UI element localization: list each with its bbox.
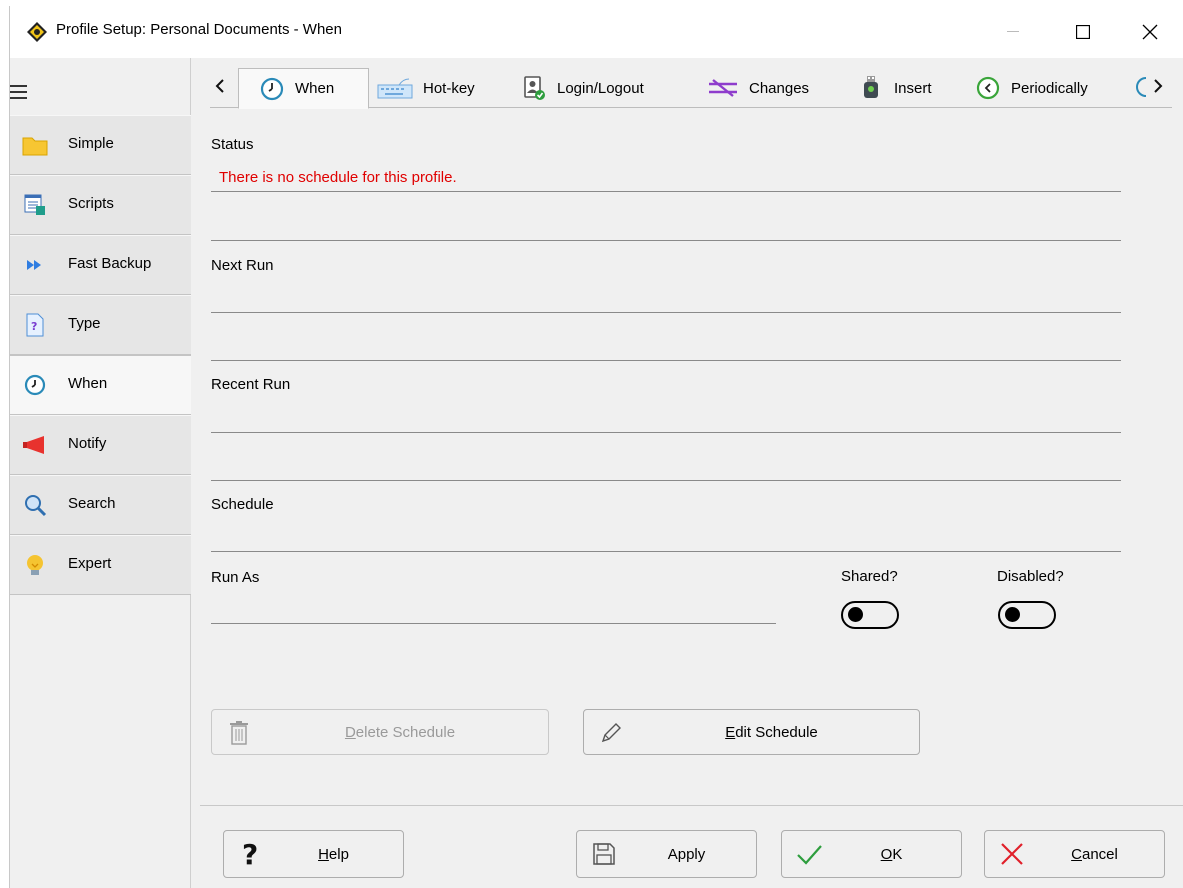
sidebar-item-expert[interactable]: Expert xyxy=(10,535,191,595)
shared-label: Shared? xyxy=(841,568,898,585)
cancel-button[interactable]: Cancel xyxy=(984,830,1165,878)
sidebar-item-label: Type xyxy=(68,315,101,332)
disabled-toggle[interactable] xyxy=(998,601,1056,629)
run-as-label: Run As xyxy=(211,569,260,586)
title-bar: Profile Setup: Personal Documents - When xyxy=(10,6,1183,58)
schedule-underline xyxy=(211,551,1121,552)
tab-scroll-right-button[interactable] xyxy=(1148,74,1168,98)
apply-label: Apply xyxy=(667,846,706,863)
sidebar-item-fast-backup[interactable]: Fast Backup xyxy=(10,235,191,295)
tab-login-logout[interactable]: Login/Logout xyxy=(521,68,644,108)
sidebar-item-scripts[interactable]: Scripts xyxy=(10,175,191,235)
lightbulb-icon xyxy=(22,552,48,578)
chevron-right-icon xyxy=(1154,79,1163,93)
recent-run-label: Recent Run xyxy=(211,376,291,393)
tab-when[interactable]: When xyxy=(238,68,369,109)
delete-schedule-button[interactable]: Delete Schedule xyxy=(211,709,549,755)
svg-text:?: ? xyxy=(31,320,37,333)
document-question-icon: ? xyxy=(22,312,48,338)
sidebar-item-label: When xyxy=(68,375,108,392)
next-run-underline xyxy=(211,312,1121,313)
maximize-button[interactable] xyxy=(1060,14,1106,50)
apply-button[interactable]: Apply xyxy=(576,830,757,878)
tab-label: When xyxy=(295,80,335,97)
next-run-label: Next Run xyxy=(211,257,274,274)
keyboard-icon xyxy=(377,75,413,101)
recent-run-second-line xyxy=(211,480,1121,481)
ok-label: OK xyxy=(880,846,903,863)
tab-periodically[interactable]: Periodically xyxy=(975,68,1088,108)
toggle-knob xyxy=(848,607,863,622)
sidebar-item-notify[interactable]: Notify xyxy=(10,415,191,475)
schedule-label: Schedule xyxy=(211,496,274,513)
scripts-icon xyxy=(22,192,48,218)
sidebar-item-label: Simple xyxy=(68,135,114,152)
recent-run-underline xyxy=(211,432,1121,433)
help-button[interactable]: ? Help xyxy=(223,830,404,878)
magnifier-icon xyxy=(22,492,48,518)
clock-icon xyxy=(259,76,285,102)
fast-forward-icon xyxy=(22,252,48,278)
folder-icon xyxy=(22,132,48,158)
profile-setup-window: Profile Setup: Personal Documents - When… xyxy=(9,6,1183,888)
delete-schedule-label: Delete Schedule xyxy=(344,724,456,741)
sidebar-item-type[interactable]: ? Type xyxy=(10,295,191,355)
tab-label: Periodically xyxy=(1011,79,1088,97)
edit-schedule-button[interactable]: Edit Schedule xyxy=(583,709,920,755)
toggle-knob xyxy=(1005,607,1020,622)
sidebar-item-label: Scripts xyxy=(68,195,114,212)
tab-bar: When Hot-key Login/Logout Changes Insert xyxy=(210,64,1172,109)
run-as-underline xyxy=(211,623,776,624)
tab-label: Login/Logout xyxy=(557,79,644,97)
status-label: Status xyxy=(211,136,254,153)
user-check-icon xyxy=(521,75,547,101)
close-icon xyxy=(1142,24,1158,40)
cancel-label: Cancel xyxy=(1071,846,1118,863)
ok-button[interactable]: OK xyxy=(781,830,962,878)
footer-divider xyxy=(200,805,1183,806)
syncbackpro-logo-icon xyxy=(26,21,48,43)
minimize-button[interactable] xyxy=(990,14,1036,50)
next-run-second-line xyxy=(211,360,1121,361)
disabled-label: Disabled? xyxy=(997,568,1064,585)
tab-label: Insert xyxy=(894,79,932,97)
hamburger-icon[interactable] xyxy=(10,84,30,102)
status-underline xyxy=(211,191,1121,192)
sidebar-item-simple[interactable]: Simple xyxy=(10,115,191,175)
status-second-line xyxy=(211,240,1121,241)
tab-scroll-left-button[interactable] xyxy=(210,74,230,98)
edit-schedule-label: Edit Schedule xyxy=(725,724,818,741)
changes-icon xyxy=(707,75,739,101)
partial-tab-icon xyxy=(1134,76,1146,98)
sidebar-item-label: Expert xyxy=(68,555,112,572)
sidebar-item-label: Notify xyxy=(68,435,107,452)
help-label: Help xyxy=(318,846,349,863)
tab-changes[interactable]: Changes xyxy=(707,68,809,108)
sidebar-nav: Simple Scripts Fast Backup ? Type When N… xyxy=(10,115,191,595)
tab-label: Hot-key xyxy=(423,79,475,97)
shared-toggle[interactable] xyxy=(841,601,899,629)
sidebar-item-label: Fast Backup xyxy=(68,255,152,272)
periodic-clock-icon xyxy=(975,75,1001,101)
window-title: Profile Setup: Personal Documents - When xyxy=(56,21,342,38)
tab-label: Changes xyxy=(749,79,810,97)
status-message: There is no schedule for this profile. xyxy=(219,169,457,186)
megaphone-icon xyxy=(22,432,48,458)
sidebar-item-label: Search xyxy=(68,495,116,512)
tab-insert[interactable]: Insert xyxy=(858,68,932,108)
clock-icon xyxy=(22,372,48,398)
close-button[interactable] xyxy=(1127,14,1173,50)
tab-hot-key[interactable]: Hot-key xyxy=(377,68,475,108)
usb-plug-icon xyxy=(858,75,884,101)
chevron-left-icon xyxy=(215,79,224,93)
sidebar: Simple Scripts Fast Backup ? Type When N… xyxy=(10,58,191,888)
sidebar-item-when[interactable]: When xyxy=(10,355,191,415)
sidebar-item-search[interactable]: Search xyxy=(10,475,191,535)
